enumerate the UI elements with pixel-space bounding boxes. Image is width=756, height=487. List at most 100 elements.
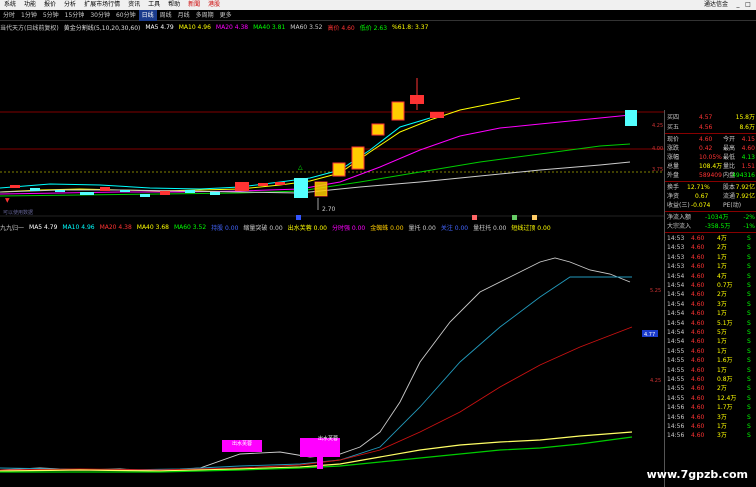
- quote-value: 10.05%: [699, 154, 722, 161]
- tick-volume: 1万: [717, 253, 727, 261]
- quote-panel: 买四 4.57 15.8万 买五 4.56 8.6万 现价 4.60 今开 4.…: [664, 110, 756, 487]
- tick-price: 4.60: [691, 282, 705, 289]
- candle: [430, 112, 444, 118]
- tick-direction: S: [747, 253, 751, 261]
- quote-value: 7.92亿: [735, 193, 755, 200]
- period-tab-daily[interactable]: 日线: [138, 9, 157, 21]
- divider: [665, 181, 756, 182]
- tick-row: 14:54 4.60 2万 S: [665, 290, 756, 299]
- tick-price: 4.60: [691, 300, 705, 308]
- tick-time: 14:56: [667, 404, 685, 412]
- minimize-button[interactable]: _: [734, 1, 742, 9]
- period-tab-60min[interactable]: 60分钟: [113, 10, 139, 21]
- period-tab-weekly[interactable]: 周线: [157, 10, 175, 21]
- quote-row-price: 现价 4.60 今开 4.15: [665, 135, 756, 144]
- quote-value: -0.074: [691, 202, 711, 209]
- watermark-text: www.7gpzb.com: [646, 468, 748, 481]
- period-tab-multi[interactable]: 多周期: [193, 10, 217, 21]
- quote-label: 涨幅: [667, 154, 680, 161]
- tick-row: 14:54 4.60 1万 S: [665, 309, 756, 318]
- candle: [371, 123, 385, 136]
- tick-price: 4.60: [691, 272, 705, 280]
- divider: [665, 211, 756, 212]
- tick-row: 14:53 4.60 2万 S: [665, 243, 756, 252]
- tick-row: 14:55 4.60 1万 S: [665, 366, 756, 375]
- menu-extended-market[interactable]: 扩展市场行情: [80, 0, 124, 10]
- tick-row: 14:54 4.60 5.1万 S: [665, 319, 756, 328]
- sub-s7: 量柱托 0.00: [473, 224, 507, 232]
- tick-time: 14:54: [667, 319, 685, 327]
- sub-s8: 短线过顶 0.00: [511, 224, 551, 232]
- tick-direction: S: [747, 310, 751, 318]
- stock-title: 当代天方(日线前复权): [0, 24, 59, 32]
- tick-row: 14:55 4.60 12.4万 S: [665, 394, 756, 403]
- tick-price: 4.60: [691, 413, 705, 421]
- left-note: 可以使用数据: [3, 209, 33, 216]
- fib-value: %61.8: 3.37: [392, 23, 429, 31]
- menu-tools[interactable]: 工具: [144, 0, 164, 10]
- menu-function[interactable]: 功能: [20, 0, 40, 10]
- menu-system[interactable]: 系统: [0, 0, 20, 10]
- tick-price: 4.60: [691, 235, 705, 242]
- tick-row: 14:53 4.60 1万 S: [665, 253, 756, 262]
- candle: [160, 191, 170, 195]
- menu-quote[interactable]: 报价: [40, 0, 60, 10]
- sub-price-badge-text: 4.77: [644, 332, 655, 338]
- period-tab-timeshare[interactable]: 分时: [0, 10, 18, 21]
- axis-label: 3.75: [652, 167, 663, 173]
- ma5-value: MA5 4.79: [145, 23, 174, 31]
- tick-volume: 0.8万: [717, 376, 733, 383]
- period-tab-1min[interactable]: 1分钟: [18, 10, 40, 21]
- quote-value: 0.67: [695, 193, 709, 200]
- period-tab-more[interactable]: 更多: [217, 10, 235, 21]
- tick-time: 14:54: [667, 291, 685, 299]
- tick-volume: 4万: [717, 272, 727, 280]
- menu-hk[interactable]: 港股: [204, 0, 224, 10]
- menu-info[interactable]: 资讯: [124, 0, 144, 10]
- flow-pct: -1%: [743, 223, 755, 230]
- menu-help[interactable]: 帮助: [164, 0, 184, 10]
- tick-direction: S: [747, 338, 751, 346]
- tick-volume: 12.4万: [717, 394, 737, 402]
- tick-list[interactable]: 14:53 4.60 4万 S 14:53 4.60 2万 S 14:53 4.60 1万 S 14:5…: [665, 234, 756, 444]
- sub-axis-label: 5.25: [650, 288, 661, 294]
- tick-direction: S: [747, 263, 751, 271]
- candle: [294, 178, 308, 198]
- sub-ma40: MA40 3.68: [136, 223, 169, 231]
- menu-analysis[interactable]: 分析: [60, 0, 80, 10]
- tick-time: 14:54: [667, 310, 685, 318]
- indicator-chart[interactable]: 出水芙蓉 出水芙蓉 4.77 5.25 4.25: [0, 232, 664, 487]
- candle: [55, 190, 65, 192]
- maximize-button[interactable]: □: [744, 1, 752, 9]
- tick-direction: S: [747, 244, 751, 252]
- high-value: 高价 4.60: [327, 24, 355, 32]
- period-tab-15min[interactable]: 15分钟: [62, 10, 88, 21]
- sub-s4: 金蜘蛛 0.00: [370, 224, 404, 232]
- candle: [140, 194, 150, 197]
- tick-volume: 3万: [717, 432, 727, 440]
- tick-price: 4.60: [691, 376, 705, 383]
- tick-time: 14:55: [667, 366, 685, 374]
- axis-label: 4.25: [652, 123, 663, 129]
- period-tab-5min[interactable]: 5分钟: [40, 10, 62, 21]
- tick-direction: S: [747, 300, 751, 308]
- event-marker: [532, 215, 537, 220]
- sub-s5: 量托 0.00: [408, 224, 436, 232]
- tick-direction: S: [747, 376, 751, 383]
- tick-row: 14:55 4.60 2万 S: [665, 384, 756, 393]
- tick-time: 14:53: [667, 253, 685, 261]
- quote-label: 股本: [723, 184, 736, 191]
- period-tab-monthly[interactable]: 月线: [175, 10, 193, 21]
- menu-news[interactable]: 新聞: [184, 0, 204, 10]
- period-tab-30min[interactable]: 30分钟: [87, 10, 113, 21]
- bid5-label: 买五: [667, 124, 680, 131]
- tick-volume: 1万: [717, 263, 727, 271]
- indicator-name: 黄金分割线(5,10,20,30,60): [63, 24, 141, 32]
- sub-s6: 关注 0.00: [440, 224, 469, 232]
- tick-direction: S: [747, 394, 751, 402]
- quote-label: 换手: [667, 184, 680, 191]
- candlestick-chart[interactable]: ▼ △ 2.70 可以使用数据 4.25 4.00 3.75: [0, 32, 664, 222]
- tick-time: 14:53: [667, 235, 685, 242]
- quote-label: 涨跌: [667, 145, 680, 152]
- flow-pct: -2%: [743, 214, 755, 221]
